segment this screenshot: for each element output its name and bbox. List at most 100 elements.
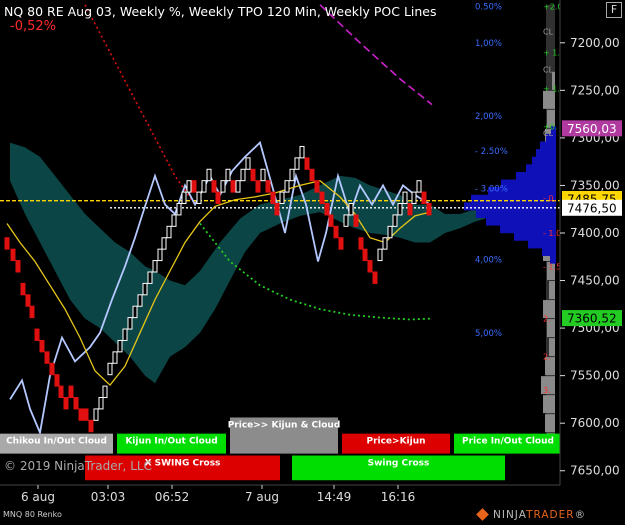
renko-brick-2 [15,260,21,273]
renko-brick-77 [382,237,388,250]
renko-brick-39 [196,191,202,205]
renko-brick-20 [102,385,108,399]
signal-label: X SWING Cross [145,459,221,469]
renko-brick-60 [299,145,305,159]
percent-level-label: 0.50% [475,3,502,13]
volume-profile-bar-5 [526,164,556,173]
renko-brick-31 [157,248,163,262]
renko-brick-37 [186,180,192,193]
magenta-dashed-line [319,4,433,106]
volume-profile-bar-7 [501,179,556,188]
renko-brick-15 [78,408,84,421]
renko-brick-68 [338,237,344,250]
panel-toggle-button[interactable]: F [606,2,622,18]
renko-brick-27 [137,294,143,307]
renko-brick-41 [206,168,212,182]
right-level-label: - 1.5 [543,262,561,271]
renko-brick-44 [220,180,226,193]
volume-profile-bar-2 [540,141,556,150]
percent-level-label: - 3.00% [475,184,508,194]
renko-brick-3 [20,282,26,296]
renko-brick-18 [93,408,99,421]
renko-brick-61 [304,157,310,170]
renko-brick-56 [279,191,285,205]
renko-brick-17 [88,419,94,433]
signal-label: Chikou In/Out Cloud [6,437,107,447]
renko-brick-83 [411,191,417,205]
signal-label: Price>Kijun [366,437,425,447]
renko-brick-21 [107,362,113,376]
renko-brick-63 [314,180,320,193]
right-level-label: + 1. [543,48,560,57]
right-level-label: 2. [543,315,551,324]
renko-brick-58 [289,168,295,182]
chart-root: { "header": { "title": "NQ 80 RE Aug 03,… [0,0,625,525]
renko-brick-65 [324,203,330,216]
renko-brick-67 [333,225,339,239]
time-tick-label: 06:52 [155,490,190,504]
logo-prefix: NINJA [493,509,527,521]
renko-brick-33 [166,225,172,239]
renko-brick-42 [211,180,217,193]
percent-level-label: 1,00% [475,39,502,49]
volume-profile-bar-15 [528,240,556,249]
price-tick-label: 7400,00 [570,226,620,240]
time-tick-label: 14:49 [317,490,352,504]
renko-brick-24 [122,328,128,341]
renko-brick-0 [4,237,10,250]
right-level-label: 3. [543,386,551,395]
percent-level-label: 4,00% [475,256,502,266]
signal-label: Swing Cross [368,459,430,469]
renko-brick-43 [215,191,221,205]
renko-brick-32 [161,237,167,250]
volume-profile-bar-4 [532,156,556,165]
price-axis-bg [560,0,625,485]
renko-brick-71 [353,214,359,227]
renko-brick-35 [176,203,182,216]
chart-canvas[interactable]: Chikou In/Out Cloud Kijun In/Out Cloud Pri… [0,0,625,525]
renko-brick-16 [83,408,89,421]
percent-level-label: 2,00% [475,112,502,122]
renko-brick-51 [255,180,261,193]
price-tick-label: 7350,00 [570,178,620,192]
renko-brick-47 [235,180,241,193]
volume-profile-bar-3 [536,149,556,158]
renko-brick-19 [98,397,104,410]
renko-brick-57 [284,180,290,193]
renko-brick-5 [29,305,35,319]
renko-brick-30 [152,260,158,273]
renko-brick-36 [181,191,187,205]
renko-brick-13 [68,385,74,399]
renko-brick-72 [358,237,364,250]
price-label: 7476,50 [567,201,617,215]
renko-brick-10 [54,374,60,387]
signal-label: Kijun In/Out Cloud [125,437,217,447]
renko-brick-6 [34,328,40,341]
right-level-label: - 1.0 [543,229,561,238]
time-tick-label: 6 aug [21,490,55,504]
renko-brick-9 [49,362,55,376]
volume-profile-bar-10 [464,202,556,211]
renko-brick-29 [147,271,153,284]
volume-profile-bar-11 [476,209,556,218]
renko-brick-69 [343,214,349,227]
percent-level-label: 5,00% [475,329,502,339]
instrument-label: MNQ 80 Renko [3,510,62,519]
renko-brick-81 [402,191,408,205]
renko-brick-66 [328,214,334,227]
renko-brick-8 [44,351,50,364]
time-tick-label: 16:16 [381,490,416,504]
renko-brick-55 [274,203,280,216]
percent-change: -0,52% [10,19,56,34]
chart-title: NQ 80 RE Aug 03, Weekly %, Weekly TPO 12… [4,4,437,19]
price-tick-label: 7250,00 [570,83,620,97]
renko-brick-53 [265,180,271,193]
volume-profile-bar-16 [542,248,556,257]
renko-brick-76 [377,248,383,262]
renko-brick-11 [58,385,64,399]
renko-brick-34 [171,214,177,227]
volume-profile-bar-12 [486,217,556,226]
renko-brick-22 [112,351,118,364]
right-level-label: CL [543,129,554,138]
upper-dotted-line [84,4,196,205]
